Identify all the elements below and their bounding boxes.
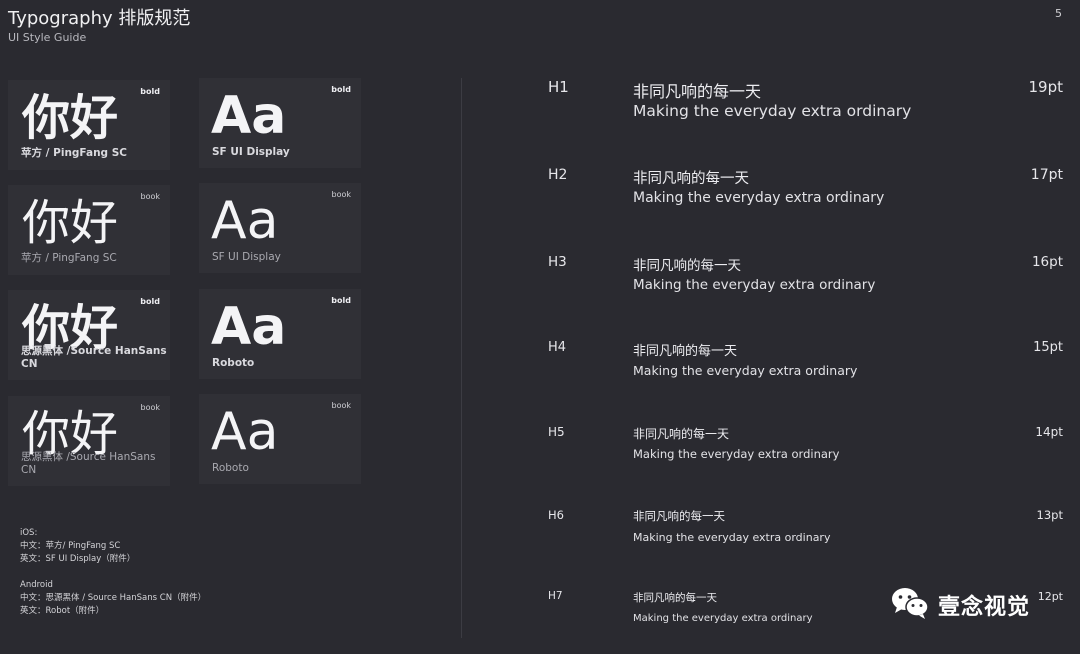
sample-glyph: 你好 <box>22 195 119 251</box>
font-card-sourcehansans-book: book 你好 思源黑体 /Source HanSans CN <box>8 396 170 486</box>
heading-sample-en: Making the everyday extra ordinary <box>633 277 876 293</box>
heading-level: H6 <box>548 508 564 522</box>
heading-level: H2 <box>548 167 568 183</box>
notes-line: 中文：苹方/ PingFang SC <box>20 541 121 551</box>
font-card-sfui-book: book Aa SF UI Display <box>199 183 361 273</box>
heading-sample-en: Making the everyday extra ordinary <box>633 363 858 378</box>
heading-size: 14pt <box>1035 425 1063 439</box>
weight-label: bold <box>140 87 160 96</box>
ios-font-notes: iOS: 中文：苹方/ PingFang SC 英文：SF UI Display… <box>20 527 135 566</box>
page-title: Typography 排版规范 <box>8 8 191 29</box>
heading-sample-cn: 非同凡响的每一天 <box>633 82 762 101</box>
font-card-pingfang-bold: bold 你好 苹方 / PingFang SC <box>8 80 170 170</box>
sample-glyph: Aa <box>211 402 279 462</box>
heading-size: 12pt <box>1037 590 1063 603</box>
heading-sample-en: Making the everyday extra ordinary <box>633 102 912 120</box>
heading-sample-en: Making the everyday extra ordinary <box>633 447 840 461</box>
page-subtitle: UI Style Guide <box>8 31 87 44</box>
heading-size: 19pt <box>1028 78 1064 96</box>
font-name: 苹方 / PingFang SC <box>21 252 117 264</box>
heading-sample-en: Making the everyday extra ordinary <box>633 190 885 206</box>
page-number: 5 <box>1055 7 1062 20</box>
font-card-sfui-bold: bold Aa SF UI Display <box>199 78 361 168</box>
notes-line: iOS: <box>20 528 38 538</box>
heading-size: 15pt <box>1033 340 1063 355</box>
heading-level: H7 <box>548 590 563 602</box>
font-name: SF UI Display <box>212 251 281 263</box>
font-card-sourcehansans-bold: bold 你好 思源黑体 /Source HanSans CN <box>8 290 170 380</box>
sample-glyph: 你好 <box>22 90 119 146</box>
heading-size: 16pt <box>1031 254 1063 270</box>
font-name: Roboto <box>212 357 255 369</box>
notes-line: 中文：思源黑体 / Source HanSans CN（附件） <box>20 593 207 603</box>
heading-sample-cn: 非同凡响的每一天 <box>633 427 730 441</box>
notes-line: 英文：Robot（附件） <box>20 606 105 616</box>
column-divider <box>461 78 462 638</box>
watermark: 壹念视觉 <box>890 586 1030 624</box>
sample-glyph: Aa <box>211 297 287 357</box>
heading-sample-cn: 非同凡响的每一天 <box>633 171 749 187</box>
heading-size: 17pt <box>1030 167 1063 183</box>
font-name: 思源黑体 /Source HanSans CN <box>21 345 167 370</box>
sample-glyph: Aa <box>211 86 287 146</box>
heading-sample-en: Making the everyday extra ordinary <box>633 531 831 544</box>
weight-label: book <box>140 192 161 201</box>
heading-sample-cn: 非同凡响的每一天 <box>633 258 741 274</box>
notes-line: Android <box>20 580 53 590</box>
heading-sample-cn: 非同凡响的每一天 <box>633 509 725 523</box>
font-name: 思源黑体 /Source HanSans CN <box>21 451 156 476</box>
font-card-roboto-bold: bold Aa Roboto <box>199 289 361 379</box>
notes-line: 英文：SF UI Display（附件） <box>20 554 136 564</box>
heading-level: H4 <box>548 340 567 355</box>
heading-sample-en: Making the everyday extra ordinary <box>633 613 813 624</box>
heading-sample-cn: 非同凡响的每一天 <box>633 344 738 359</box>
font-name: SF UI Display <box>212 146 290 158</box>
heading-level: H3 <box>548 254 567 270</box>
weight-label: bold <box>331 85 351 94</box>
heading-level: H5 <box>548 425 565 439</box>
heading-size: 13pt <box>1036 508 1063 522</box>
weight-label: book <box>331 401 352 410</box>
heading-sample-cn: 非同凡响的每一天 <box>633 592 717 604</box>
font-card-roboto-book: book Aa Roboto <box>199 394 361 484</box>
android-font-notes: Android 中文：思源黑体 / Source HanSans CN（附件） … <box>20 579 206 618</box>
heading-level: H1 <box>548 78 569 96</box>
wechat-icon <box>890 586 930 624</box>
weight-label: book <box>140 403 161 412</box>
font-name: 苹方 / PingFang SC <box>21 147 127 159</box>
weight-label: bold <box>331 296 351 305</box>
sample-glyph: Aa <box>211 191 279 251</box>
font-card-pingfang-book: book 你好 苹方 / PingFang SC <box>8 185 170 275</box>
font-name: Roboto <box>212 462 249 474</box>
watermark-text: 壹念视觉 <box>938 595 1031 620</box>
weight-label: bold <box>140 297 160 306</box>
weight-label: book <box>331 190 352 199</box>
